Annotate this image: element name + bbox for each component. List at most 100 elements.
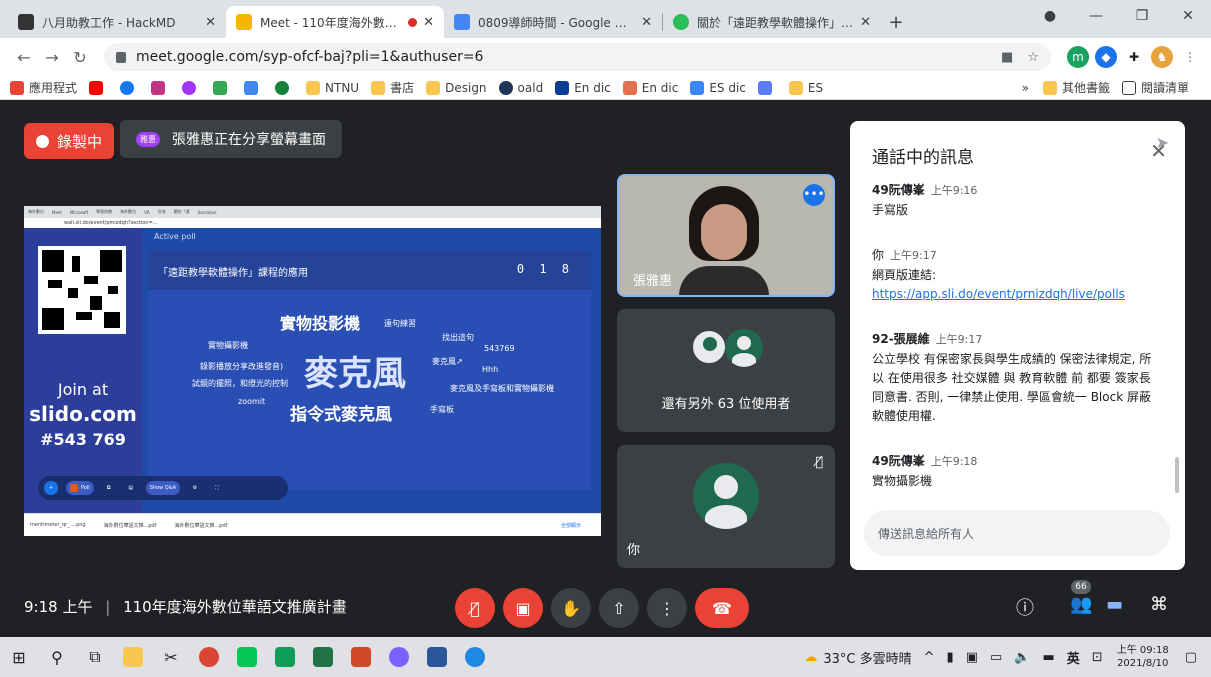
more-bookmarks-icon[interactable]: » xyxy=(1022,81,1029,95)
taskbar-app[interactable] xyxy=(114,637,152,677)
taskbar-app[interactable] xyxy=(342,637,380,677)
bookmark-en-dic[interactable]: En dic xyxy=(555,80,611,95)
bookmark-reading-list[interactable]: 閱讀清單 xyxy=(1121,79,1189,96)
taskbar-clock[interactable]: 上午 09:18 2021/8/10 xyxy=(1117,644,1169,670)
back-icon[interactable]: ← xyxy=(10,48,38,67)
chat-icon[interactable]: ▤ xyxy=(124,481,138,495)
show-qa-button[interactable]: Show Q&A xyxy=(145,481,181,495)
send-icon[interactable]: ➤ xyxy=(1156,133,1169,152)
download-item[interactable]: mentimeter_qr_....png xyxy=(30,522,86,528)
show-hidden-icons-icon[interactable]: ^ xyxy=(924,650,935,665)
taskbar-app[interactable] xyxy=(304,637,342,677)
restore-icon[interactable]: ❐ xyxy=(1119,8,1165,24)
network-icon[interactable]: ▭ xyxy=(990,650,1002,665)
omnibox[interactable]: meet.google.com/syp-ofcf-baj?pli=1&authu… xyxy=(104,43,1051,71)
more-options-button[interactable]: ⋮ xyxy=(647,588,687,628)
close-tab-icon[interactable]: ✕ xyxy=(205,15,216,30)
bookmark-icon-only[interactable] xyxy=(151,80,170,95)
browser-tab[interactable]: 八月助教工作 - HackMD ✕ xyxy=(8,6,226,38)
self-video-tile[interactable]: 🎙̸ 你 xyxy=(617,445,835,568)
bookmark-icon-only[interactable] xyxy=(757,80,777,95)
download-item[interactable]: 海外數位華語文推...pdf xyxy=(104,522,157,529)
raise-hand-button[interactable]: ✋ xyxy=(551,588,591,628)
taskbar-app[interactable] xyxy=(418,637,456,677)
task-view-button[interactable]: ⧉ xyxy=(76,637,114,677)
shared-screen[interactable]: 海外數位 Meet Microsoft 學習與教 海外數位 VR 台灣 關於「遠… xyxy=(24,206,601,536)
meeting-details-icon[interactable]: ⓘ xyxy=(1016,594,1034,620)
camera-off-button[interactable]: ▣ xyxy=(503,588,543,628)
activities-icon[interactable]: ⌘ xyxy=(1150,594,1168,615)
show-all-downloads[interactable]: 全部顯示 xyxy=(561,522,581,529)
poll-button[interactable]: Poll xyxy=(66,481,94,495)
volume-icon[interactable]: 🔈 xyxy=(1014,650,1030,665)
bookmark-icon-only[interactable] xyxy=(89,80,108,95)
bookmark-apps[interactable]: 應用程式 xyxy=(10,79,77,96)
bookmark-icon-only[interactable] xyxy=(244,80,263,95)
profile-avatar-icon[interactable]: ♞ xyxy=(1151,46,1173,68)
mic-off-button[interactable]: 🎙̸ xyxy=(455,588,495,628)
chat-scrollbar[interactable] xyxy=(1175,457,1179,493)
taskbar-app[interactable] xyxy=(380,637,418,677)
bookmark-icon-only[interactable] xyxy=(120,80,139,95)
message-link[interactable]: https://app.sli.do/event/prnizdqh/live/p… xyxy=(872,285,1162,304)
taskbar-app[interactable]: ✂ xyxy=(152,637,190,677)
bookmark-bookstore[interactable]: 書店 xyxy=(371,79,414,96)
mic-tray-icon[interactable]: ▮ xyxy=(947,650,954,665)
forward-icon[interactable]: → xyxy=(38,48,66,67)
other-participants-tile[interactable]: 還有另外 63 位使用者 xyxy=(617,309,835,432)
recording-indicator[interactable]: 錄製中 xyxy=(24,123,115,159)
notifications-icon[interactable]: ▢ xyxy=(1185,650,1197,665)
copy-icon[interactable]: ⧉ xyxy=(102,481,116,495)
bookmark-es-dic[interactable]: ES dic xyxy=(690,80,746,95)
leave-call-button[interactable]: ☎ xyxy=(695,588,749,628)
ime-indicator[interactable]: 英 xyxy=(1067,648,1080,667)
extension-icon[interactable]: m xyxy=(1067,46,1089,68)
close-window-icon[interactable]: ✕ xyxy=(1165,8,1211,24)
taskbar-app[interactable] xyxy=(228,637,266,677)
browser-tab-active[interactable]: Meet - 110年度海外數位華 ✕ xyxy=(226,6,444,38)
chat-input[interactable]: 傳送訊息給所有人 xyxy=(864,510,1170,556)
search-button[interactable]: ⚲ xyxy=(38,637,76,677)
more-options-icon[interactable]: ••• xyxy=(803,184,825,206)
download-item[interactable]: 海外數位華語文推...pdf xyxy=(175,522,228,529)
close-tab-icon[interactable]: ✕ xyxy=(641,15,652,30)
present-button[interactable]: ⇧ xyxy=(599,588,639,628)
camera-in-use-icon[interactable]: ■ xyxy=(1001,50,1013,65)
bookmark-ntnu[interactable]: NTNU xyxy=(306,80,359,95)
add-icon[interactable]: + xyxy=(44,481,58,495)
puzzle-extensions-icon[interactable]: ✚ xyxy=(1123,46,1145,68)
battery-icon[interactable]: ▬ xyxy=(1042,650,1054,665)
bookmark-design[interactable]: Design xyxy=(426,80,487,95)
extension-icon[interactable]: ◆ xyxy=(1095,46,1117,68)
url-text[interactable]: meet.google.com/syp-ofcf-baj?pli=1&authu… xyxy=(136,49,987,65)
settings-icon[interactable]: ⚙ xyxy=(188,481,202,495)
bookmark-other[interactable]: 其他書籤 xyxy=(1042,79,1110,96)
bookmark-en-dic-2[interactable]: En dic xyxy=(622,80,678,95)
fullscreen-icon[interactable]: ⛶ xyxy=(210,481,224,495)
taskbar-app[interactable] xyxy=(456,637,494,677)
bookmark-star-icon[interactable]: ☆ xyxy=(1027,50,1039,65)
weather-text[interactable]: 33°C 多雲時晴 xyxy=(823,648,911,667)
ime-mode-icon[interactable]: ⊡ xyxy=(1092,650,1103,665)
reload-icon[interactable]: ↻ xyxy=(66,48,94,67)
chat-icon[interactable]: ▬ xyxy=(1106,594,1123,615)
profile-dot-icon[interactable]: ● xyxy=(1027,8,1073,24)
menu-kebab-icon[interactable]: ⋮ xyxy=(1179,46,1201,68)
minimize-icon[interactable]: — xyxy=(1073,8,1119,24)
bookmark-icon-only[interactable] xyxy=(182,80,201,95)
browser-tab[interactable]: 0809導師時間 - Google 文件 ✕ xyxy=(444,6,662,38)
bookmark-oald[interactable]: oald xyxy=(498,80,543,95)
bookmark-icon-only[interactable] xyxy=(213,80,232,95)
close-tab-icon[interactable]: ✕ xyxy=(860,15,871,30)
taskbar-app[interactable] xyxy=(190,637,228,677)
start-button[interactable]: ⊞ xyxy=(0,637,38,677)
taskbar-app[interactable] xyxy=(266,637,304,677)
browser-tab[interactable]: 關於「遠距教學軟體操作」課程 ✕ xyxy=(663,6,881,38)
app-tray-icon[interactable]: ▣ xyxy=(966,650,978,665)
bookmark-icon-only[interactable] xyxy=(275,80,294,95)
people-icon[interactable]: 👥 xyxy=(1070,594,1092,615)
new-tab-icon[interactable]: + xyxy=(881,6,911,38)
close-tab-icon[interactable]: ✕ xyxy=(423,15,434,30)
presenter-video-tile[interactable]: 張雅惠 ••• xyxy=(617,174,835,297)
bookmark-es[interactable]: ES xyxy=(788,80,823,95)
